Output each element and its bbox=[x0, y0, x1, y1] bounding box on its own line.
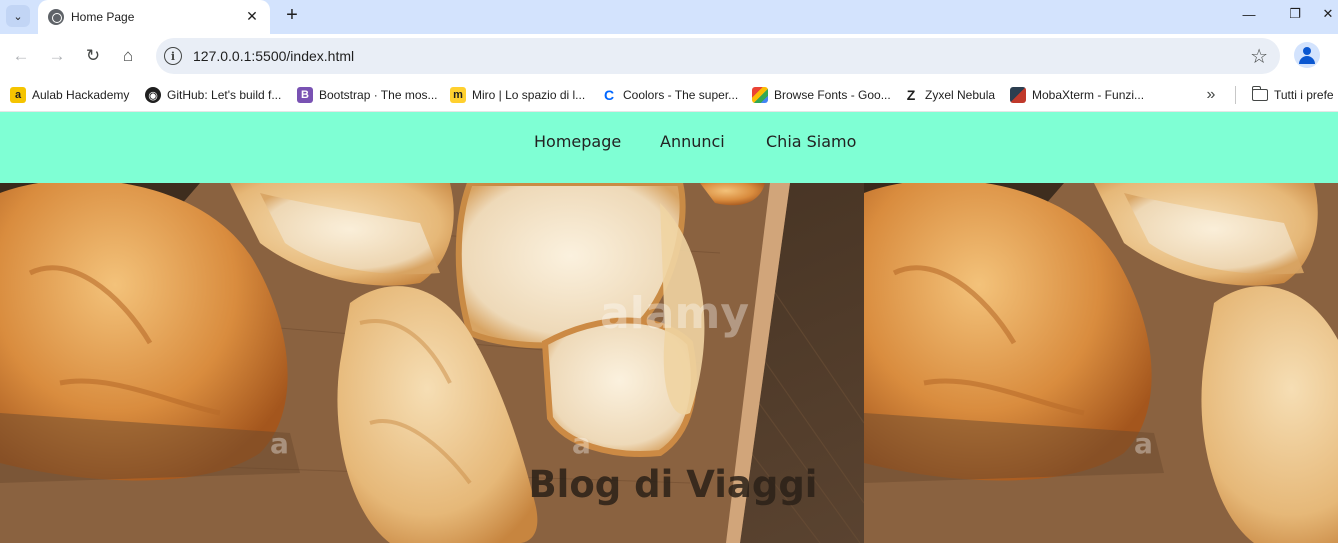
bookmark-item[interactable]: MobaXterm - Funzi... bbox=[1010, 84, 1144, 106]
profile-head bbox=[1303, 47, 1311, 55]
bookmark-label: Tutti i prefe bbox=[1274, 88, 1334, 102]
url-text[interactable]: 127.0.0.1:5500/index.html bbox=[193, 48, 354, 64]
folder-icon bbox=[1251, 86, 1268, 101]
tab-title: Home Page bbox=[71, 10, 135, 24]
bookmark-label: Zyxel Nebula bbox=[925, 88, 996, 102]
miro-icon: m bbox=[450, 87, 466, 103]
back-icon[interactable]: ← bbox=[7, 42, 35, 70]
bookmark-label: Aulab Hackademy bbox=[32, 88, 130, 102]
profile-avatar[interactable] bbox=[1294, 42, 1320, 68]
github-icon: ◉ bbox=[145, 87, 161, 103]
bookmark-item[interactable]: a Aulab Hackademy bbox=[10, 84, 129, 106]
profile-body bbox=[1299, 56, 1315, 64]
forward-icon[interactable]: → bbox=[43, 42, 71, 70]
active-tab[interactable]: Home Page ✕ bbox=[38, 0, 270, 34]
svg-text:a: a bbox=[1134, 427, 1153, 460]
bootstrap-icon: B bbox=[297, 87, 313, 103]
bookmark-item[interactable]: B Bootstrap · The mos... bbox=[297, 84, 438, 106]
close-window-icon[interactable]: ✕ bbox=[1318, 0, 1338, 28]
site-navbar: Homepage Annunci Chia Siamo bbox=[0, 112, 1338, 183]
svg-text:a: a bbox=[270, 427, 289, 460]
bookmark-label: Browse Fonts - Goo... bbox=[774, 88, 891, 102]
address-bar[interactable]: i 127.0.0.1:5500/index.html ☆ bbox=[156, 38, 1280, 74]
other-bookmarks-folder[interactable]: Tutti i prefe bbox=[1251, 84, 1334, 106]
bookmark-label: Bootstrap · The mos... bbox=[319, 88, 438, 102]
reload-icon[interactable]: ↻ bbox=[79, 42, 107, 70]
hero-banner: alamy a a a Blog di Viaggi bbox=[0, 183, 1338, 543]
aulab-icon: a bbox=[10, 87, 26, 103]
more-bookmarks-icon[interactable]: » bbox=[1200, 84, 1222, 106]
nav-link-annunci[interactable]: Annunci bbox=[660, 132, 725, 151]
mobaxterm-icon bbox=[1010, 87, 1026, 103]
page-content: Homepage Annunci Chia Siamo alamy a a a … bbox=[0, 112, 1338, 543]
coolors-icon: C bbox=[601, 87, 617, 103]
toolbar: ← → ↻ ⌂ i 127.0.0.1:5500/index.html ☆ bbox=[0, 34, 1338, 78]
bookmark-label: MobaXterm - Funzi... bbox=[1032, 88, 1145, 102]
globe-icon bbox=[48, 9, 64, 25]
bookmark-label: Coolors - The super... bbox=[623, 88, 739, 102]
bookmarks-bar: a Aulab Hackademy ◉ GitHub: Let's build … bbox=[0, 78, 1338, 112]
bookmark-label: GitHub: Let's build f... bbox=[167, 88, 282, 102]
zyxel-icon: Z bbox=[903, 87, 919, 103]
bookmark-item[interactable]: ◉ GitHub: Let's build f... bbox=[145, 84, 281, 106]
bookmarks-divider bbox=[1235, 86, 1236, 104]
minimize-icon[interactable]: — bbox=[1226, 0, 1272, 28]
google-fonts-icon bbox=[752, 87, 768, 103]
new-tab-icon[interactable]: + bbox=[280, 3, 304, 27]
nav-link-chi-siamo[interactable]: Chia Siamo bbox=[766, 132, 856, 151]
tab-strip: ⌄ Home Page ✕ + — ❐ ✕ bbox=[0, 0, 1338, 34]
hero-title: Blog di Viaggi bbox=[528, 463, 818, 506]
bookmark-item[interactable]: m Miro | Lo spazio di l... bbox=[450, 84, 585, 106]
bookmark-label: Miro | Lo spazio di l... bbox=[472, 88, 586, 102]
home-icon[interactable]: ⌂ bbox=[114, 42, 142, 70]
bookmark-item[interactable]: C Coolors - The super... bbox=[601, 84, 738, 106]
bookmark-item[interactable]: Z Zyxel Nebula bbox=[903, 84, 995, 106]
svg-text:a: a bbox=[572, 427, 591, 460]
close-icon[interactable]: ✕ bbox=[242, 6, 262, 26]
nav-link-homepage[interactable]: Homepage bbox=[534, 132, 621, 151]
bookmark-item[interactable]: Browse Fonts - Goo... bbox=[752, 84, 891, 106]
site-info-icon[interactable]: i bbox=[164, 47, 182, 65]
svg-text:alamy: alamy bbox=[600, 288, 749, 339]
tab-search-icon[interactable]: ⌄ bbox=[6, 5, 30, 27]
restore-icon[interactable]: ❐ bbox=[1272, 0, 1318, 28]
bookmark-star-icon[interactable]: ☆ bbox=[1250, 44, 1268, 69]
